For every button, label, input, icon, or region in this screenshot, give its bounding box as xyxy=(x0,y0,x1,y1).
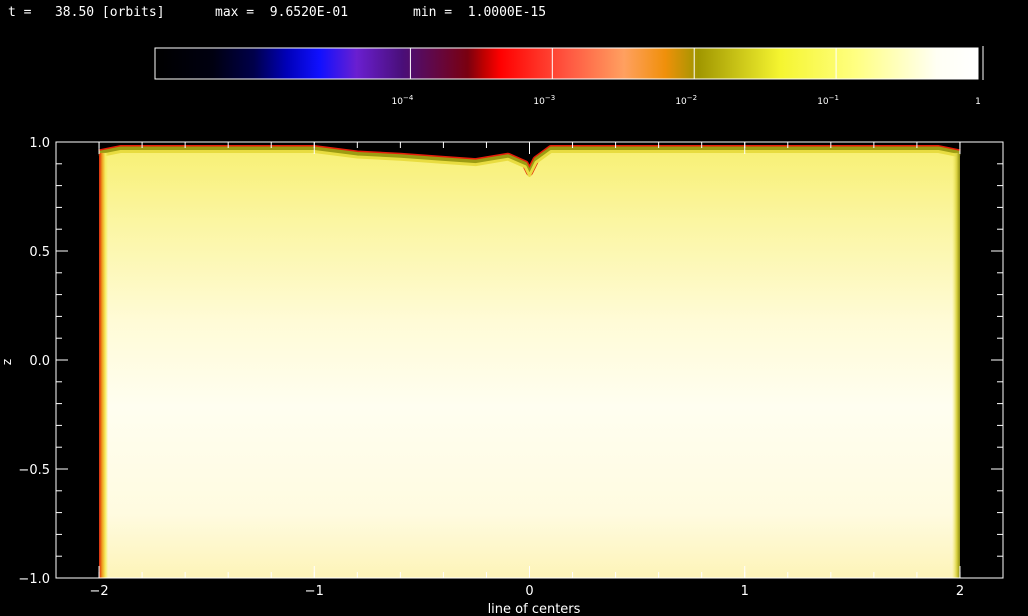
colorbar: 10−4 10−3 10−2 10−1 1 xyxy=(154,46,984,107)
y-axis-label: z xyxy=(0,359,14,365)
y-tick-label: 0.0 xyxy=(29,354,50,369)
colorbar-tick-label: 10−4 xyxy=(392,94,414,107)
x-tick-label: −2 xyxy=(89,584,108,599)
y-tick-label: 0.5 xyxy=(29,245,50,260)
x-axis-label: line of centers xyxy=(488,602,581,616)
colorbar-tick-label: 1 xyxy=(975,97,981,107)
colorbar-tick-label: 10−1 xyxy=(817,94,839,107)
right-edge-band xyxy=(951,152,960,578)
y-tick-label: 1.0 xyxy=(29,136,50,151)
x-tick-label: 0 xyxy=(525,584,533,599)
colorbar-tick-label: 10−2 xyxy=(675,94,697,107)
left-edge-band xyxy=(99,152,109,578)
density-field xyxy=(99,148,960,578)
x-tick-label: 1 xyxy=(741,584,749,599)
colorbar-tick-label: 10−3 xyxy=(533,94,555,107)
x-tick-label: 2 xyxy=(956,584,964,599)
density-plot: 10−4 10−3 10−2 10−1 1 −2 −1 0 1 2 −1.0 −0.5 0.0 0.5… xyxy=(0,46,1004,616)
y-tick-label: −0.5 xyxy=(18,463,50,478)
y-tick-label: −1.0 xyxy=(18,572,50,587)
colorbar-gradient xyxy=(154,47,979,80)
x-tick-label: −1 xyxy=(305,584,324,599)
